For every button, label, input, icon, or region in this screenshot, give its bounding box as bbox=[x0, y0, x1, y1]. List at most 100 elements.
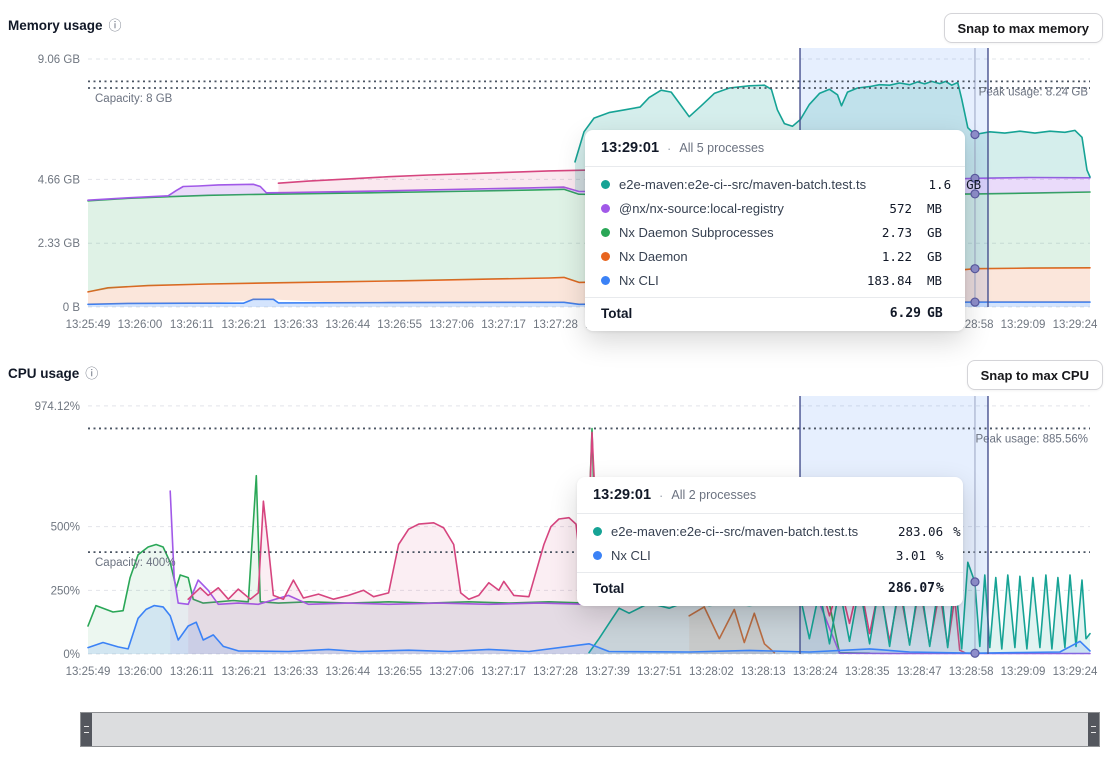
process-value: 1.6 bbox=[893, 177, 951, 192]
y-axis-tick-label: 974.12% bbox=[35, 401, 80, 413]
x-axis-tick-label: 13:26:55 bbox=[377, 666, 422, 678]
tooltip-separator: · bbox=[659, 488, 663, 503]
range-selector[interactable] bbox=[80, 712, 1100, 747]
tooltip-process-row: e2e-maven:e2e-ci--src/maven-batch.test.t… bbox=[585, 172, 965, 196]
range-handle-right[interactable] bbox=[1088, 713, 1099, 746]
tooltip-process-row: Nx CLI183.84MB bbox=[585, 268, 965, 292]
process-value: 3.01 bbox=[868, 548, 926, 563]
series-color-dot-icon bbox=[601, 204, 610, 213]
x-axis-tick-label: 13:26:11 bbox=[170, 666, 214, 678]
cpu-info-icon[interactable]: ⓘ bbox=[85, 367, 98, 380]
x-axis-tick-label: 13:26:00 bbox=[118, 666, 163, 678]
y-axis-tick-label: 9.06 GB bbox=[38, 54, 81, 66]
x-axis-tick-label: 13:26:44 bbox=[325, 319, 370, 331]
process-unit: GB bbox=[927, 225, 949, 240]
hover-point-marker bbox=[971, 131, 979, 139]
process-name: e2e-maven:e2e-ci--src/maven-batch.test.t… bbox=[619, 177, 884, 192]
memory-tooltip: 13:29:01 · All 5 processes e2e-maven:e2e… bbox=[585, 130, 965, 331]
x-axis-tick-label: 13:28:24 bbox=[793, 666, 838, 678]
y-axis-tick-label: 4.66 GB bbox=[38, 174, 81, 186]
x-axis-tick-label: 13:27:17 bbox=[481, 666, 526, 678]
x-axis-tick-label: 13:29:09 bbox=[1001, 666, 1046, 678]
x-axis-tick-label: 13:27:39 bbox=[585, 666, 630, 678]
tooltip-time: 13:29:01 bbox=[601, 140, 659, 156]
tooltip-process-row: Nx CLI3.01% bbox=[577, 543, 963, 567]
tooltip-total-unit: GB bbox=[927, 306, 949, 321]
tooltip-subtitle: All 2 processes bbox=[671, 488, 756, 502]
process-name: e2e-maven:e2e-ci--src/maven-batch.test.t… bbox=[611, 524, 876, 539]
x-axis-tick-label: 13:26:21 bbox=[221, 666, 266, 678]
x-axis-tick-label: 13:29:24 bbox=[1053, 319, 1098, 331]
series-color-dot-icon bbox=[601, 228, 610, 237]
series-color-dot-icon bbox=[593, 551, 602, 560]
memory-chart-header: Memory usage ⓘ bbox=[8, 18, 122, 33]
process-unit: GB bbox=[966, 177, 981, 192]
x-axis-tick-label: 13:28:13 bbox=[741, 666, 786, 678]
tooltip-process-row: e2e-maven:e2e-ci--src/maven-batch.test.t… bbox=[577, 519, 963, 543]
snap-to-max-memory-button[interactable]: Snap to max memory bbox=[944, 13, 1104, 43]
x-axis-tick-label: 13:27:28 bbox=[533, 319, 578, 331]
process-name: Nx CLI bbox=[611, 548, 859, 563]
grip-icon bbox=[1091, 726, 1096, 733]
memory-info-icon[interactable]: ⓘ bbox=[109, 19, 122, 32]
memory-tooltip-rows: e2e-maven:e2e-ci--src/maven-batch.test.t… bbox=[585, 167, 965, 297]
tooltip-total-label: Total bbox=[593, 581, 877, 596]
process-name: Nx Daemon bbox=[619, 249, 845, 264]
x-axis-tick-label: 13:27:06 bbox=[429, 319, 474, 331]
peak-usage-label: Peak usage: 8.24 GB bbox=[979, 86, 1089, 98]
x-axis-tick-label: 13:25:49 bbox=[66, 319, 111, 331]
series-color-dot-icon bbox=[601, 252, 610, 261]
x-axis-tick-label: 13:27:28 bbox=[533, 666, 578, 678]
y-axis-tick-label: 2.33 GB bbox=[38, 238, 81, 250]
tooltip-total-value: 6.29 bbox=[863, 306, 921, 321]
snap-to-max-cpu-button[interactable]: Snap to max CPU bbox=[967, 360, 1103, 390]
tooltip-time: 13:29:01 bbox=[593, 487, 651, 503]
x-axis-tick-label: 13:28:02 bbox=[689, 666, 734, 678]
memory-tooltip-header: 13:29:01 · All 5 processes bbox=[585, 130, 965, 167]
hover-point-marker bbox=[971, 265, 979, 273]
x-axis-tick-label: 13:27:06 bbox=[429, 666, 474, 678]
process-name: @nx/nx-source:local-registry bbox=[619, 201, 845, 216]
x-axis-tick-label: 13:26:55 bbox=[377, 319, 422, 331]
x-axis-tick-label: 13:27:51 bbox=[637, 666, 682, 678]
y-axis-tick-label: 0% bbox=[63, 649, 80, 661]
tooltip-process-row: @nx/nx-source:local-registry 572 MB bbox=[585, 196, 965, 220]
tooltip-total-value: 286.07 bbox=[877, 581, 935, 596]
memory-tooltip-total: Total 6.29 GB bbox=[585, 297, 965, 331]
tooltip-process-row: Nx Daemon Subprocesses2.73GB bbox=[585, 220, 965, 244]
peak-usage-label: Peak usage: 885.56% bbox=[975, 433, 1088, 445]
tooltip-total-label: Total bbox=[601, 306, 863, 321]
process-unit: MB bbox=[927, 201, 949, 216]
x-axis-tick-label: 13:28:58 bbox=[949, 666, 994, 678]
cpu-tooltip: 13:29:01 · All 2 processes e2e-maven:e2e… bbox=[577, 477, 963, 606]
x-axis-tick-label: 13:28:47 bbox=[897, 666, 942, 678]
process-unit: % bbox=[953, 524, 961, 539]
x-axis-tick-label: 13:29:09 bbox=[1001, 319, 1046, 331]
capacity-label: Capacity: 400% bbox=[95, 557, 176, 569]
tooltip-subtitle: All 5 processes bbox=[679, 141, 764, 155]
tooltip-separator: · bbox=[667, 141, 671, 156]
tooltip-process-row: Nx Daemon1.22GB bbox=[585, 244, 965, 268]
range-track[interactable] bbox=[92, 713, 1088, 746]
x-axis-tick-label: 13:29:24 bbox=[1053, 666, 1098, 678]
cpu-chart-title: CPU usage bbox=[8, 366, 79, 381]
x-axis-tick-label: 13:26:44 bbox=[325, 666, 370, 678]
process-unit: MB bbox=[927, 273, 949, 288]
x-axis-tick-label: 13:26:21 bbox=[221, 319, 266, 331]
memory-chart-title: Memory usage bbox=[8, 18, 103, 33]
range-handle-left[interactable] bbox=[81, 713, 92, 746]
cpu-tooltip-header: 13:29:01 · All 2 processes bbox=[577, 477, 963, 514]
series-color-dot-icon bbox=[601, 180, 610, 189]
cpu-tooltip-rows: e2e-maven:e2e-ci--src/maven-batch.test.t… bbox=[577, 514, 963, 572]
grip-icon bbox=[84, 726, 89, 733]
series-color-dot-icon bbox=[593, 527, 602, 536]
x-axis-tick-label: 13:28:35 bbox=[845, 666, 890, 678]
x-axis-tick-label: 13:25:49 bbox=[66, 666, 111, 678]
process-unit: GB bbox=[927, 249, 949, 264]
x-axis-tick-label: 13:26:33 bbox=[273, 666, 318, 678]
profiler-app: Memory usage ⓘ Snap to max memory 9.06 G… bbox=[0, 0, 1118, 761]
tooltip-total-unit: % bbox=[936, 581, 947, 596]
x-axis-tick-label: 13:27:17 bbox=[481, 319, 526, 331]
process-value: 572 bbox=[854, 201, 912, 216]
process-value: 183.84 bbox=[854, 273, 912, 288]
